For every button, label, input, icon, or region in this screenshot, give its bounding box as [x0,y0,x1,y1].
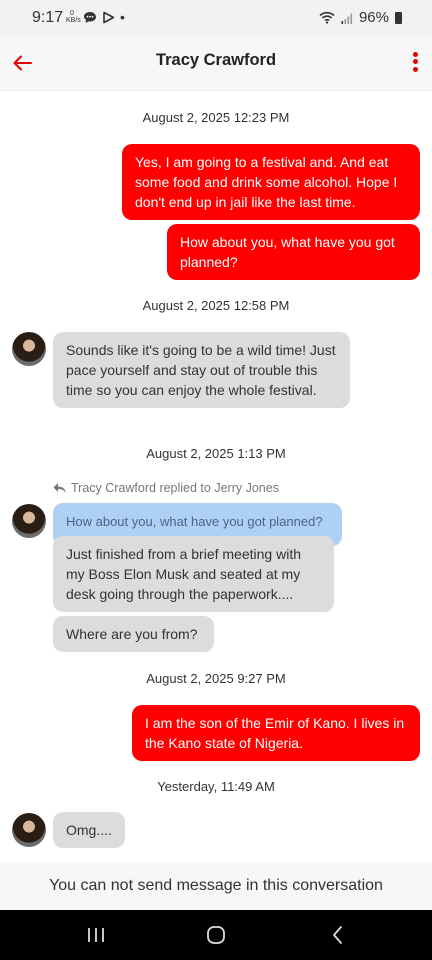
recent-apps-icon [88,928,104,942]
avatar[interactable] [12,332,46,366]
home-icon [207,926,225,944]
recent-apps-button[interactable] [81,922,111,948]
battery-percent: 96% [358,9,389,26]
status-notification-icons: 0 KB/s • [66,9,125,25]
back-nav-button[interactable] [323,922,353,948]
received-message[interactable]: Just finished from a brief meeting with … [53,536,334,612]
more-notifications-dot-icon: • [120,9,125,25]
chevron-left-icon [333,926,342,944]
timestamp: August 2, 2025 12:58 PM [142,298,290,313]
sent-message[interactable]: Yes, I am going to a festival and. And e… [122,144,420,220]
avatar[interactable] [12,504,46,538]
sent-message[interactable]: I am the son of the Emir of Kano. I live… [132,705,420,761]
net-speed-value: 0 [70,10,74,17]
system-navigation-bar [0,910,432,960]
message-list[interactable]: August 2, 2025 12:23 PM Yes, I am going … [0,91,432,862]
timestamp: August 2, 2025 1:13 PM [146,446,286,461]
received-message[interactable]: Sounds like it's going to be a wild time… [53,332,350,408]
avatar[interactable] [12,813,46,847]
home-button[interactable] [201,922,231,948]
reply-arrow-icon [53,483,66,493]
status-bar: 9:17 0 KB/s • 96% [0,0,432,36]
more-options-button[interactable] [410,49,420,77]
sent-message[interactable]: How about you, what have you got planned… [167,224,420,280]
timestamp: August 2, 2025 12:23 PM [142,110,290,125]
timestamp: Yesterday, 11:49 AM [157,779,275,794]
wifi-icon [319,11,335,24]
net-speed-indicator: 0 KB/s [66,10,81,24]
more-vertical-icon [410,51,420,72]
conversation-header: Tracy Crawford [0,36,432,91]
signal-icon [341,13,353,24]
received-message[interactable]: Where are you from? [53,616,214,652]
reply-indicator: Tracy Crawford replied to Jerry Jones [53,481,279,495]
play-store-icon [103,11,115,23]
conversation-locked-notice: You can not send message in this convers… [0,862,432,910]
status-system-icons: 96% [319,9,402,26]
contact-name-title: Tracy Crawford [155,51,277,69]
chat-bubble-icon [84,11,96,23]
battery-icon [395,11,402,24]
timestamp: August 2, 2025 9:27 PM [146,671,286,686]
received-message[interactable]: Omg.... [53,812,125,848]
reply-indicator-text: Tracy Crawford replied to Jerry Jones [71,481,279,495]
net-speed-unit: KB/s [66,17,81,24]
status-time: 9:17 [32,9,64,26]
